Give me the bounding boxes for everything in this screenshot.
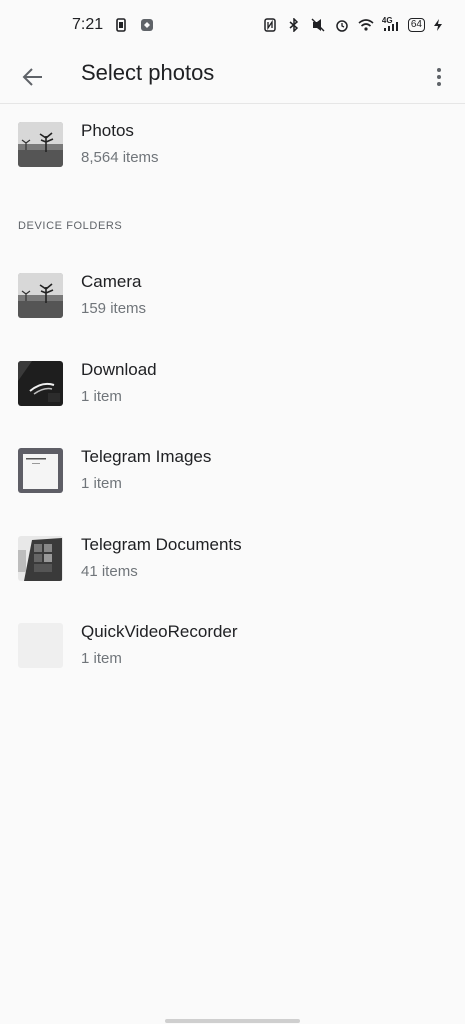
album-count: 8,564 items	[81, 149, 159, 166]
screenshot-icon	[113, 17, 129, 33]
status-time: 7:21	[72, 16, 104, 33]
page-title: Select photos	[81, 60, 215, 85]
album-photos[interactable]: Photos 8,564 items	[0, 116, 465, 188]
folder-title: Camera	[81, 272, 142, 291]
folder-title: Telegram Images	[81, 447, 212, 466]
charging-icon	[433, 17, 443, 33]
folder-thumbnail	[18, 536, 63, 581]
folder-count: 41 items	[81, 563, 138, 580]
folder-telegram-images[interactable]: Telegram Images 1 item	[0, 442, 465, 514]
status-right: 4G 64	[262, 16, 443, 33]
folder-count: 1 item	[81, 650, 122, 667]
battery-icon: 64	[407, 18, 425, 32]
album-thumbnail	[18, 122, 63, 167]
folder-download[interactable]: Download 1 item	[0, 355, 465, 427]
signal-label: 4G	[381, 16, 393, 25]
folder-count: 1 item	[81, 475, 122, 492]
folder-title: QuickVideoRecorder	[81, 622, 238, 641]
home-indicator	[165, 1019, 300, 1023]
folder-title: Download	[81, 360, 157, 379]
app-notification-icon	[139, 17, 155, 33]
app-bar: Select photos	[0, 50, 465, 104]
status-left: 7:21	[72, 16, 155, 34]
section-header: DEVICE FOLDERS	[18, 220, 123, 232]
album-title: Photos	[81, 121, 134, 140]
folder-count: 159 items	[81, 300, 147, 317]
folder-quickvideorecorder[interactable]: QuickVideoRecorder 1 item	[0, 617, 465, 689]
back-button[interactable]	[18, 62, 48, 92]
mute-icon	[310, 17, 326, 33]
folder-thumbnail	[18, 361, 63, 406]
folder-thumbnail	[18, 623, 63, 668]
folder-count: 1 item	[81, 388, 122, 405]
wifi-icon	[358, 17, 374, 33]
signal-4g-icon: 4G	[381, 16, 400, 33]
folder-title: Telegram Documents	[81, 535, 242, 554]
folder-camera[interactable]: Camera 159 items	[0, 267, 465, 339]
more-options-button[interactable]	[427, 60, 451, 94]
nfc-icon	[262, 17, 278, 33]
arrow-back-icon	[22, 68, 42, 86]
bluetooth-icon	[286, 17, 302, 33]
folder-telegram-documents[interactable]: Telegram Documents 41 items	[0, 530, 465, 602]
folder-thumbnail	[18, 448, 63, 493]
more-vert-icon	[437, 68, 441, 72]
alarm-icon	[334, 17, 350, 33]
status-bar: 7:21 4G 64	[0, 0, 465, 50]
folder-thumbnail	[18, 273, 63, 318]
